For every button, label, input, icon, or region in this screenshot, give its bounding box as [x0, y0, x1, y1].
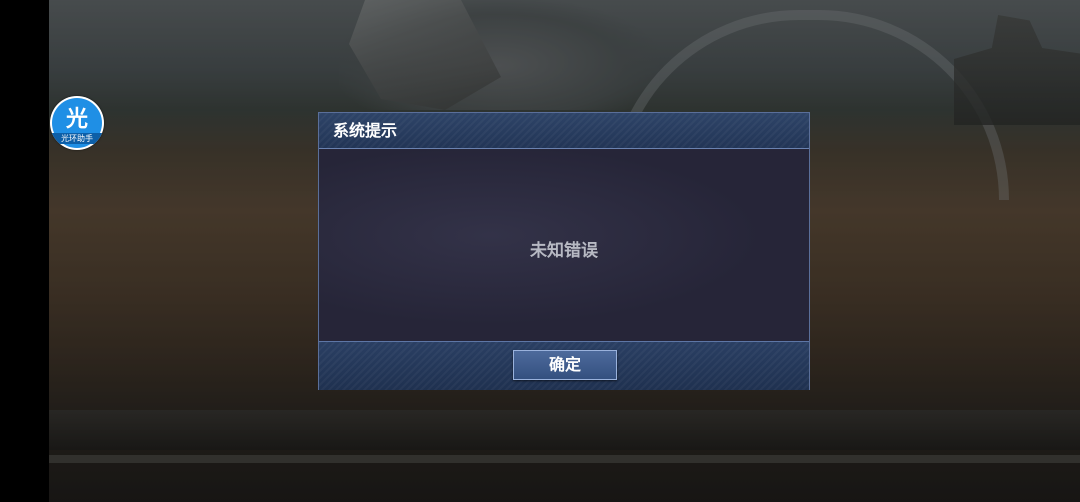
- assistant-floating-button[interactable]: 光 光环助手: [50, 96, 104, 150]
- dialog-body: 未知错误: [319, 149, 809, 341]
- dialog-header: 系统提示: [319, 113, 809, 149]
- confirm-button[interactable]: 确定: [513, 350, 617, 380]
- dialog-message: 未知错误: [530, 241, 598, 261]
- game-screen: 光 光环助手 系统提示 未知错误 确定: [0, 0, 1080, 502]
- dialog-title: 系统提示: [333, 121, 398, 140]
- dialog-footer: 确定: [319, 341, 809, 390]
- assistant-logo-icon: 光 光环助手: [52, 98, 102, 148]
- assistant-logo-caption: 光环助手: [52, 133, 102, 144]
- assistant-logo-glyph: 光: [65, 107, 88, 132]
- system-prompt-dialog: 系统提示 未知错误 确定: [318, 112, 810, 390]
- left-black-bar: [0, 0, 49, 502]
